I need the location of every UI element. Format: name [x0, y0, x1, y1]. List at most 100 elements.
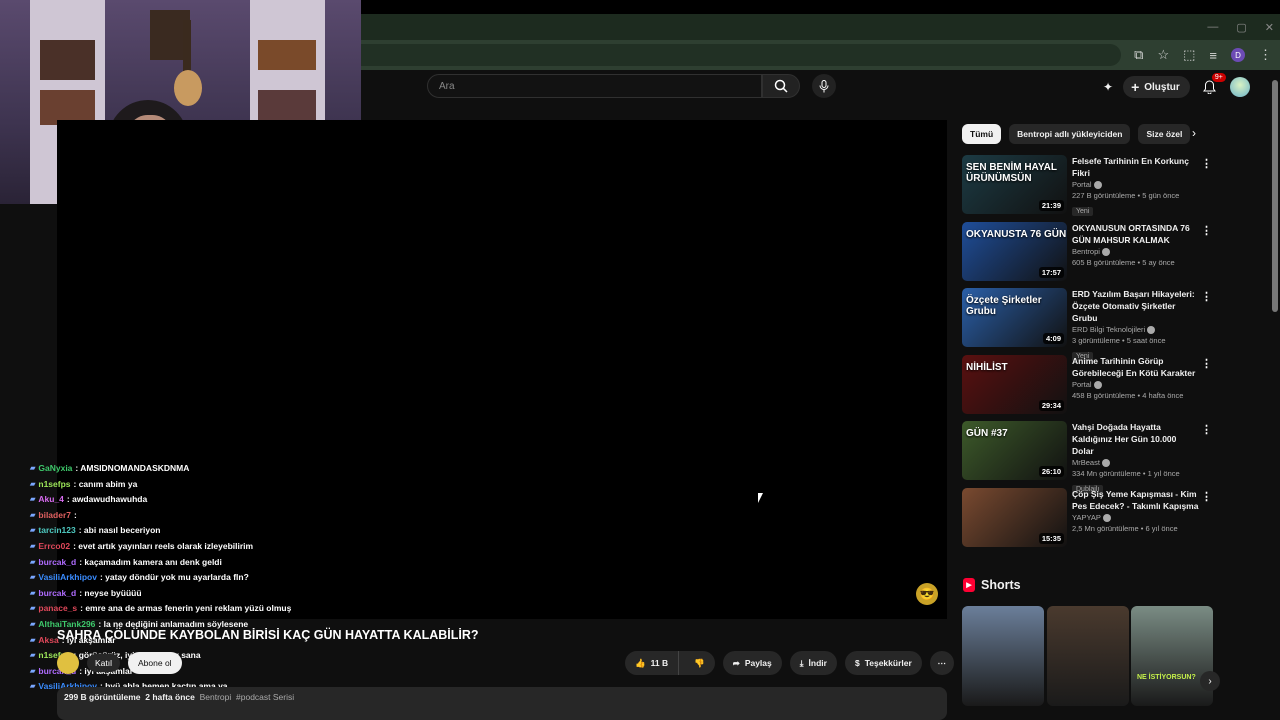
- video-title[interactable]: Vahşi Doğada Hayatta Kaldığınız Her Gün …: [1072, 421, 1200, 457]
- create-button[interactable]: + Oluştur: [1123, 76, 1190, 98]
- emoji-reaction-icon[interactable]: 😎: [916, 583, 938, 605]
- channel-name[interactable]: Bentropi: [1072, 247, 1200, 256]
- video-thumbnail[interactable]: GÜN #37 26:10: [962, 421, 1067, 480]
- chat-badge-icon: ▰: [30, 621, 36, 628]
- thumbs-down-icon: 👎: [694, 657, 705, 668]
- channel-tag[interactable]: Bentropi: [200, 692, 232, 702]
- account-avatar[interactable]: [1229, 77, 1250, 97]
- more-options-icon[interactable]: ⋮: [1201, 157, 1212, 170]
- recommended-video[interactable]: Özçete Şirketler Grubu 4:09 ERD Yazılım Ba…: [962, 288, 1212, 362]
- join-button[interactable]: Katıl: [87, 654, 121, 672]
- video-title[interactable]: Felsefe Tarihinin En Korkunç Fikri: [1072, 155, 1200, 179]
- recommended-video[interactable]: GÜN #37 26:10 Vahşi Doğada Hayatta Kaldığı…: [962, 421, 1212, 495]
- video-thumbnail[interactable]: 15:35: [962, 487, 1067, 547]
- filter-chip[interactable]: Tümü: [962, 124, 1002, 144]
- short-thumbnail[interactable]: [1046, 606, 1129, 706]
- dislike-button[interactable]: 👎: [684, 651, 715, 675]
- recommended-video[interactable]: NİHİLİST 29:34 Anime Tarihinin Görüp Göreb…: [962, 354, 1212, 415]
- chat-username[interactable]: n1sefps: [38, 479, 70, 489]
- browser-tab-strip[interactable]: [361, 14, 1280, 40]
- chat-message: ▰ panace_s: emre ana de armas fenerin yen…: [30, 603, 291, 613]
- like-button[interactable]: 👍 11 B: [625, 651, 680, 675]
- more-options-icon[interactable]: ⋮: [1201, 290, 1212, 303]
- video-meta: 605 B görüntüleme • 5 ay önce: [1072, 257, 1175, 267]
- more-options-icon[interactable]: ⋮: [1201, 224, 1212, 237]
- video-views: 605 B görüntüleme: [1072, 257, 1136, 267]
- video-title[interactable]: ERD Yazılım Başarı Hikayeleri: Özçete Ot…: [1072, 288, 1200, 324]
- video-thumbnail[interactable]: SEN BENİM HAYAL ÜRÜNÜMSÜN 21:39: [962, 155, 1067, 214]
- more-options-icon[interactable]: ⋮: [1201, 423, 1212, 436]
- chat-username[interactable]: bilader7: [38, 510, 71, 520]
- chat-username[interactable]: VasiliArkhipov: [38, 572, 97, 582]
- channel-name[interactable]: Portal: [1072, 380, 1200, 389]
- extensions-icon[interactable]: ⬚: [1183, 47, 1195, 63]
- voice-search-button[interactable]: [812, 74, 836, 98]
- chat-badge-icon: ▰: [30, 605, 36, 613]
- more-icon: ⋯: [937, 657, 947, 668]
- shorts-next-button[interactable]: ›: [1200, 671, 1220, 691]
- chevron-right-icon[interactable]: ›: [1192, 126, 1196, 140]
- cast-icon[interactable]: ✦: [1103, 80, 1113, 94]
- video-title[interactable]: Çöp Şiş Yeme Kapışması - Kim Pes Edecek?…: [1072, 488, 1200, 512]
- screenshot-icon[interactable]: ⧉: [1134, 47, 1143, 63]
- video-thumbnail[interactable]: NİHİLİST 29:34: [962, 354, 1067, 414]
- chat-username[interactable]: Aku_4: [38, 494, 64, 504]
- video-duration: 21:39: [1038, 200, 1064, 211]
- recommended-video[interactable]: 15:35 Çöp Şiş Yeme Kapışması - Kim Pes Ed…: [962, 487, 1212, 548]
- description-box[interactable]: 299 B görüntüleme 2 hafta önce Bentropi …: [57, 687, 947, 720]
- search-button[interactable]: [762, 74, 800, 98]
- filter-chip[interactable]: Bentropi adlı yükleyiciden: [1009, 124, 1131, 144]
- channel-name[interactable]: ERD Bilgi Teknolojileri: [1072, 325, 1200, 335]
- channel-avatar[interactable]: [57, 652, 79, 674]
- channel-name[interactable]: YAPYAP: [1072, 513, 1200, 522]
- recommended-video[interactable]: SEN BENİM HAYAL ÜRÜNÜMSÜN 21:39 Felsefe Ta…: [962, 155, 1212, 217]
- maximize-icon[interactable]: ▢: [1236, 21, 1246, 34]
- video-title: SAHRA ÇÖLÜNDE KAYBOLAN BİRİSİ KAÇ GÜN HA…: [57, 628, 479, 642]
- chat-username[interactable]: burcak_d: [38, 588, 76, 598]
- plus-icon: +: [1131, 79, 1140, 95]
- recommended-video[interactable]: OKYANUSTA 76 GÜN 17:57 OKYANUSUN ORTASINDA…: [962, 221, 1212, 282]
- chat-username[interactable]: tarcin123: [38, 525, 75, 535]
- video-title[interactable]: OKYANUSUN ORTASINDA 76 GÜN MAHSUR KALMAK: [1072, 222, 1200, 246]
- chat-username[interactable]: burcak_d: [38, 557, 76, 567]
- subscribe-button[interactable]: Abone ol: [128, 652, 182, 674]
- star-icon[interactable]: ☆: [1157, 47, 1169, 63]
- short-thumbnail[interactable]: NE İSTİYORSUN?: [1131, 606, 1213, 706]
- chat-username[interactable]: GaNyxia: [38, 463, 72, 473]
- view-count: 299 B görüntüleme: [64, 692, 141, 702]
- more-options-icon[interactable]: ⋮: [1201, 357, 1212, 370]
- shorts-heading: ▶ Shorts: [963, 578, 1021, 592]
- chat-username[interactable]: Errco02: [38, 541, 70, 551]
- share-button[interactable]: ➦ Paylaş: [722, 651, 782, 675]
- scrollbar-thumb[interactable]: [1272, 80, 1278, 312]
- hashtag-link[interactable]: #podcast Serisi: [236, 692, 294, 702]
- browser-menu-icon[interactable]: ⋮: [1259, 47, 1272, 63]
- minimize-icon[interactable]: —: [1207, 21, 1218, 33]
- channel-name[interactable]: Portal: [1072, 180, 1200, 190]
- more-options-icon[interactable]: ⋮: [1201, 490, 1212, 503]
- channel-name[interactable]: MrBeast: [1072, 458, 1200, 468]
- search-input[interactable]: Ara: [427, 74, 762, 98]
- filter-chip[interactable]: Size özel: [1138, 124, 1191, 144]
- profile-avatar[interactable]: D: [1231, 48, 1245, 62]
- create-label: Oluştur: [1144, 81, 1180, 93]
- download-button[interactable]: ⤓ İndir: [789, 651, 837, 675]
- chat-message: ▰ VasiliArkhipov: yatay döndür yok mu aya…: [30, 572, 249, 582]
- close-icon[interactable]: ✕: [1265, 21, 1274, 34]
- thanks-button[interactable]: $ Teşekkürler: [844, 651, 922, 675]
- video-title[interactable]: Anime Tarihinin Görüp Görebileceği En Kö…: [1072, 355, 1200, 379]
- video-meta: 2,5 Mn görüntüleme • 6 yıl önce: [1072, 523, 1178, 533]
- download-label: İndir: [808, 658, 827, 668]
- chat-badge-icon: ▰: [30, 511, 36, 519]
- more-actions-button[interactable]: ⋯: [929, 651, 954, 675]
- video-info: Vahşi Doğada Hayatta Kaldığınız Her Gün …: [1072, 421, 1200, 496]
- short-thumbnail[interactable]: [962, 606, 1044, 706]
- notifications-button[interactable]: 9+: [1200, 73, 1226, 97]
- chat-text: :: [74, 509, 77, 520]
- chat-username[interactable]: Aksa: [38, 635, 58, 645]
- video-thumbnail[interactable]: OKYANUSTA 76 GÜN 17:57: [962, 221, 1067, 281]
- video-thumbnail[interactable]: Özçete Şirketler Grubu 4:09: [962, 288, 1067, 347]
- chat-username[interactable]: panace_s: [38, 603, 77, 613]
- media-icon[interactable]: ≡: [1209, 48, 1217, 63]
- url-field[interactable]: [361, 44, 1121, 66]
